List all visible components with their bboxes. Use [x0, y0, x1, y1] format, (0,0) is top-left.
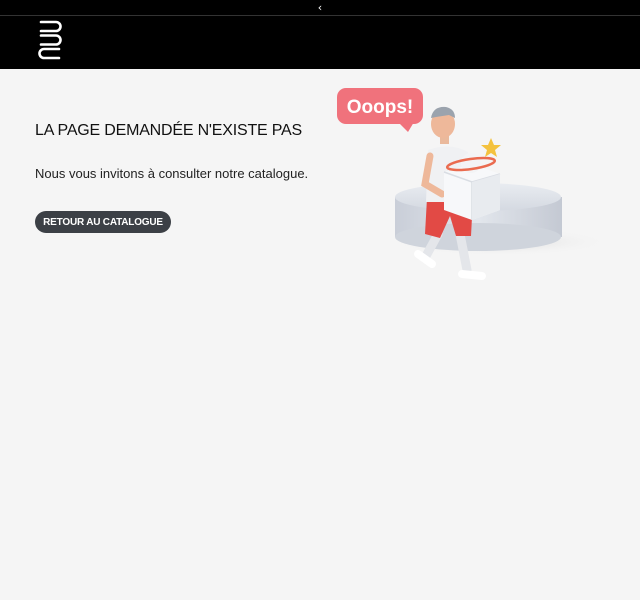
bubble-text: Ooops!: [347, 97, 414, 118]
site-header: [0, 16, 640, 69]
back-to-catalogue-button[interactable]: RETOUR AU CATALOGUE: [35, 211, 171, 233]
speech-bubble: Ooops!: [337, 88, 423, 132]
star-icon: [481, 138, 501, 157]
top-bar: ‹: [0, 0, 640, 16]
chevron-left-icon[interactable]: ‹: [312, 0, 328, 15]
page-title: LA PAGE DEMANDÉE N'EXISTE PAS: [35, 122, 302, 139]
brand-logo[interactable]: [38, 20, 62, 62]
ooops-illustration: Ooops!: [337, 88, 610, 280]
page-subtitle: Nous vous invitons à consulter notre cat…: [35, 166, 309, 181]
